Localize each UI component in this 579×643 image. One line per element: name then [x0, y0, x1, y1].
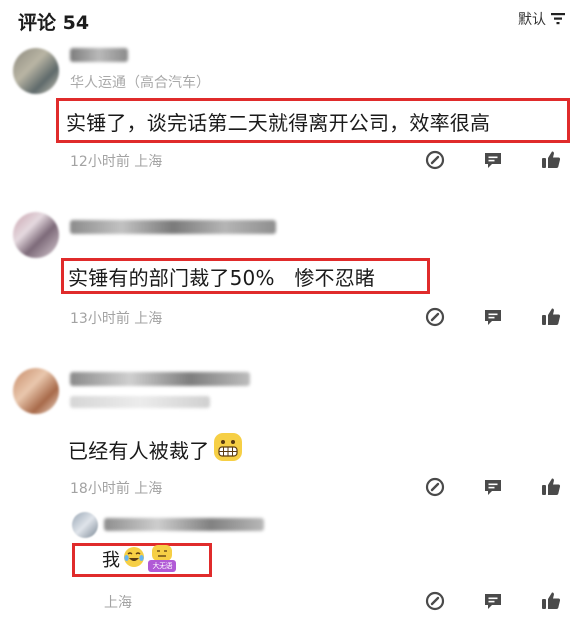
filter-sort-icon	[551, 12, 565, 26]
comment-text: 实锤有的部门裁了50% 惨不忍睹	[68, 266, 376, 290]
avatar[interactable]	[13, 212, 59, 258]
comment-icon[interactable]	[481, 475, 505, 499]
username-blurred[interactable]	[70, 372, 250, 386]
avatar[interactable]	[13, 48, 59, 94]
thumbs-up-icon[interactable]	[539, 305, 563, 329]
username-blurred[interactable]	[70, 220, 276, 234]
reply-text: 我 大无语	[102, 545, 177, 573]
edit-icon[interactable]	[423, 475, 447, 499]
edit-icon[interactable]	[423, 148, 447, 172]
avatar[interactable]	[13, 368, 59, 414]
thumbs-up-icon[interactable]	[539, 589, 563, 613]
sort-selector[interactable]: 默认	[518, 9, 565, 29]
comment-text-content: 已经有人被裁了	[68, 439, 210, 463]
user-affiliation-blurred	[70, 396, 210, 408]
speechless-sticker: 大无语	[148, 545, 177, 573]
edit-icon[interactable]	[423, 589, 447, 613]
thumbs-up-icon[interactable]	[539, 475, 563, 499]
username-blurred[interactable]	[70, 48, 128, 62]
comment-meta: 18小时前 上海	[70, 481, 163, 497]
laugh-cry-emoji	[123, 546, 145, 573]
page-title: 评论 54	[18, 12, 90, 34]
username-blurred[interactable]	[104, 518, 264, 531]
comment-meta: 13小时前 上海	[70, 311, 163, 327]
avatar[interactable]	[72, 512, 98, 538]
comment-text: 实锤了，谈完话第二天就得离开公司，效率很高	[66, 111, 491, 135]
reply-text-content: 我	[102, 550, 121, 571]
comment-icon[interactable]	[481, 305, 505, 329]
comment-text: 已经有人被裁了	[68, 432, 243, 467]
sticker-label: 大无语	[152, 562, 172, 570]
grinning-emoji	[213, 432, 243, 467]
comment-meta: 12小时前 上海	[70, 154, 163, 170]
comment-icon[interactable]	[481, 148, 505, 172]
user-affiliation: 华人运通（高合汽车）	[70, 75, 210, 91]
comment-icon[interactable]	[481, 589, 505, 613]
thumbs-up-icon[interactable]	[539, 148, 563, 172]
reply-meta: 上海	[104, 595, 132, 611]
edit-icon[interactable]	[423, 305, 447, 329]
sort-label: 默认	[518, 12, 546, 28]
